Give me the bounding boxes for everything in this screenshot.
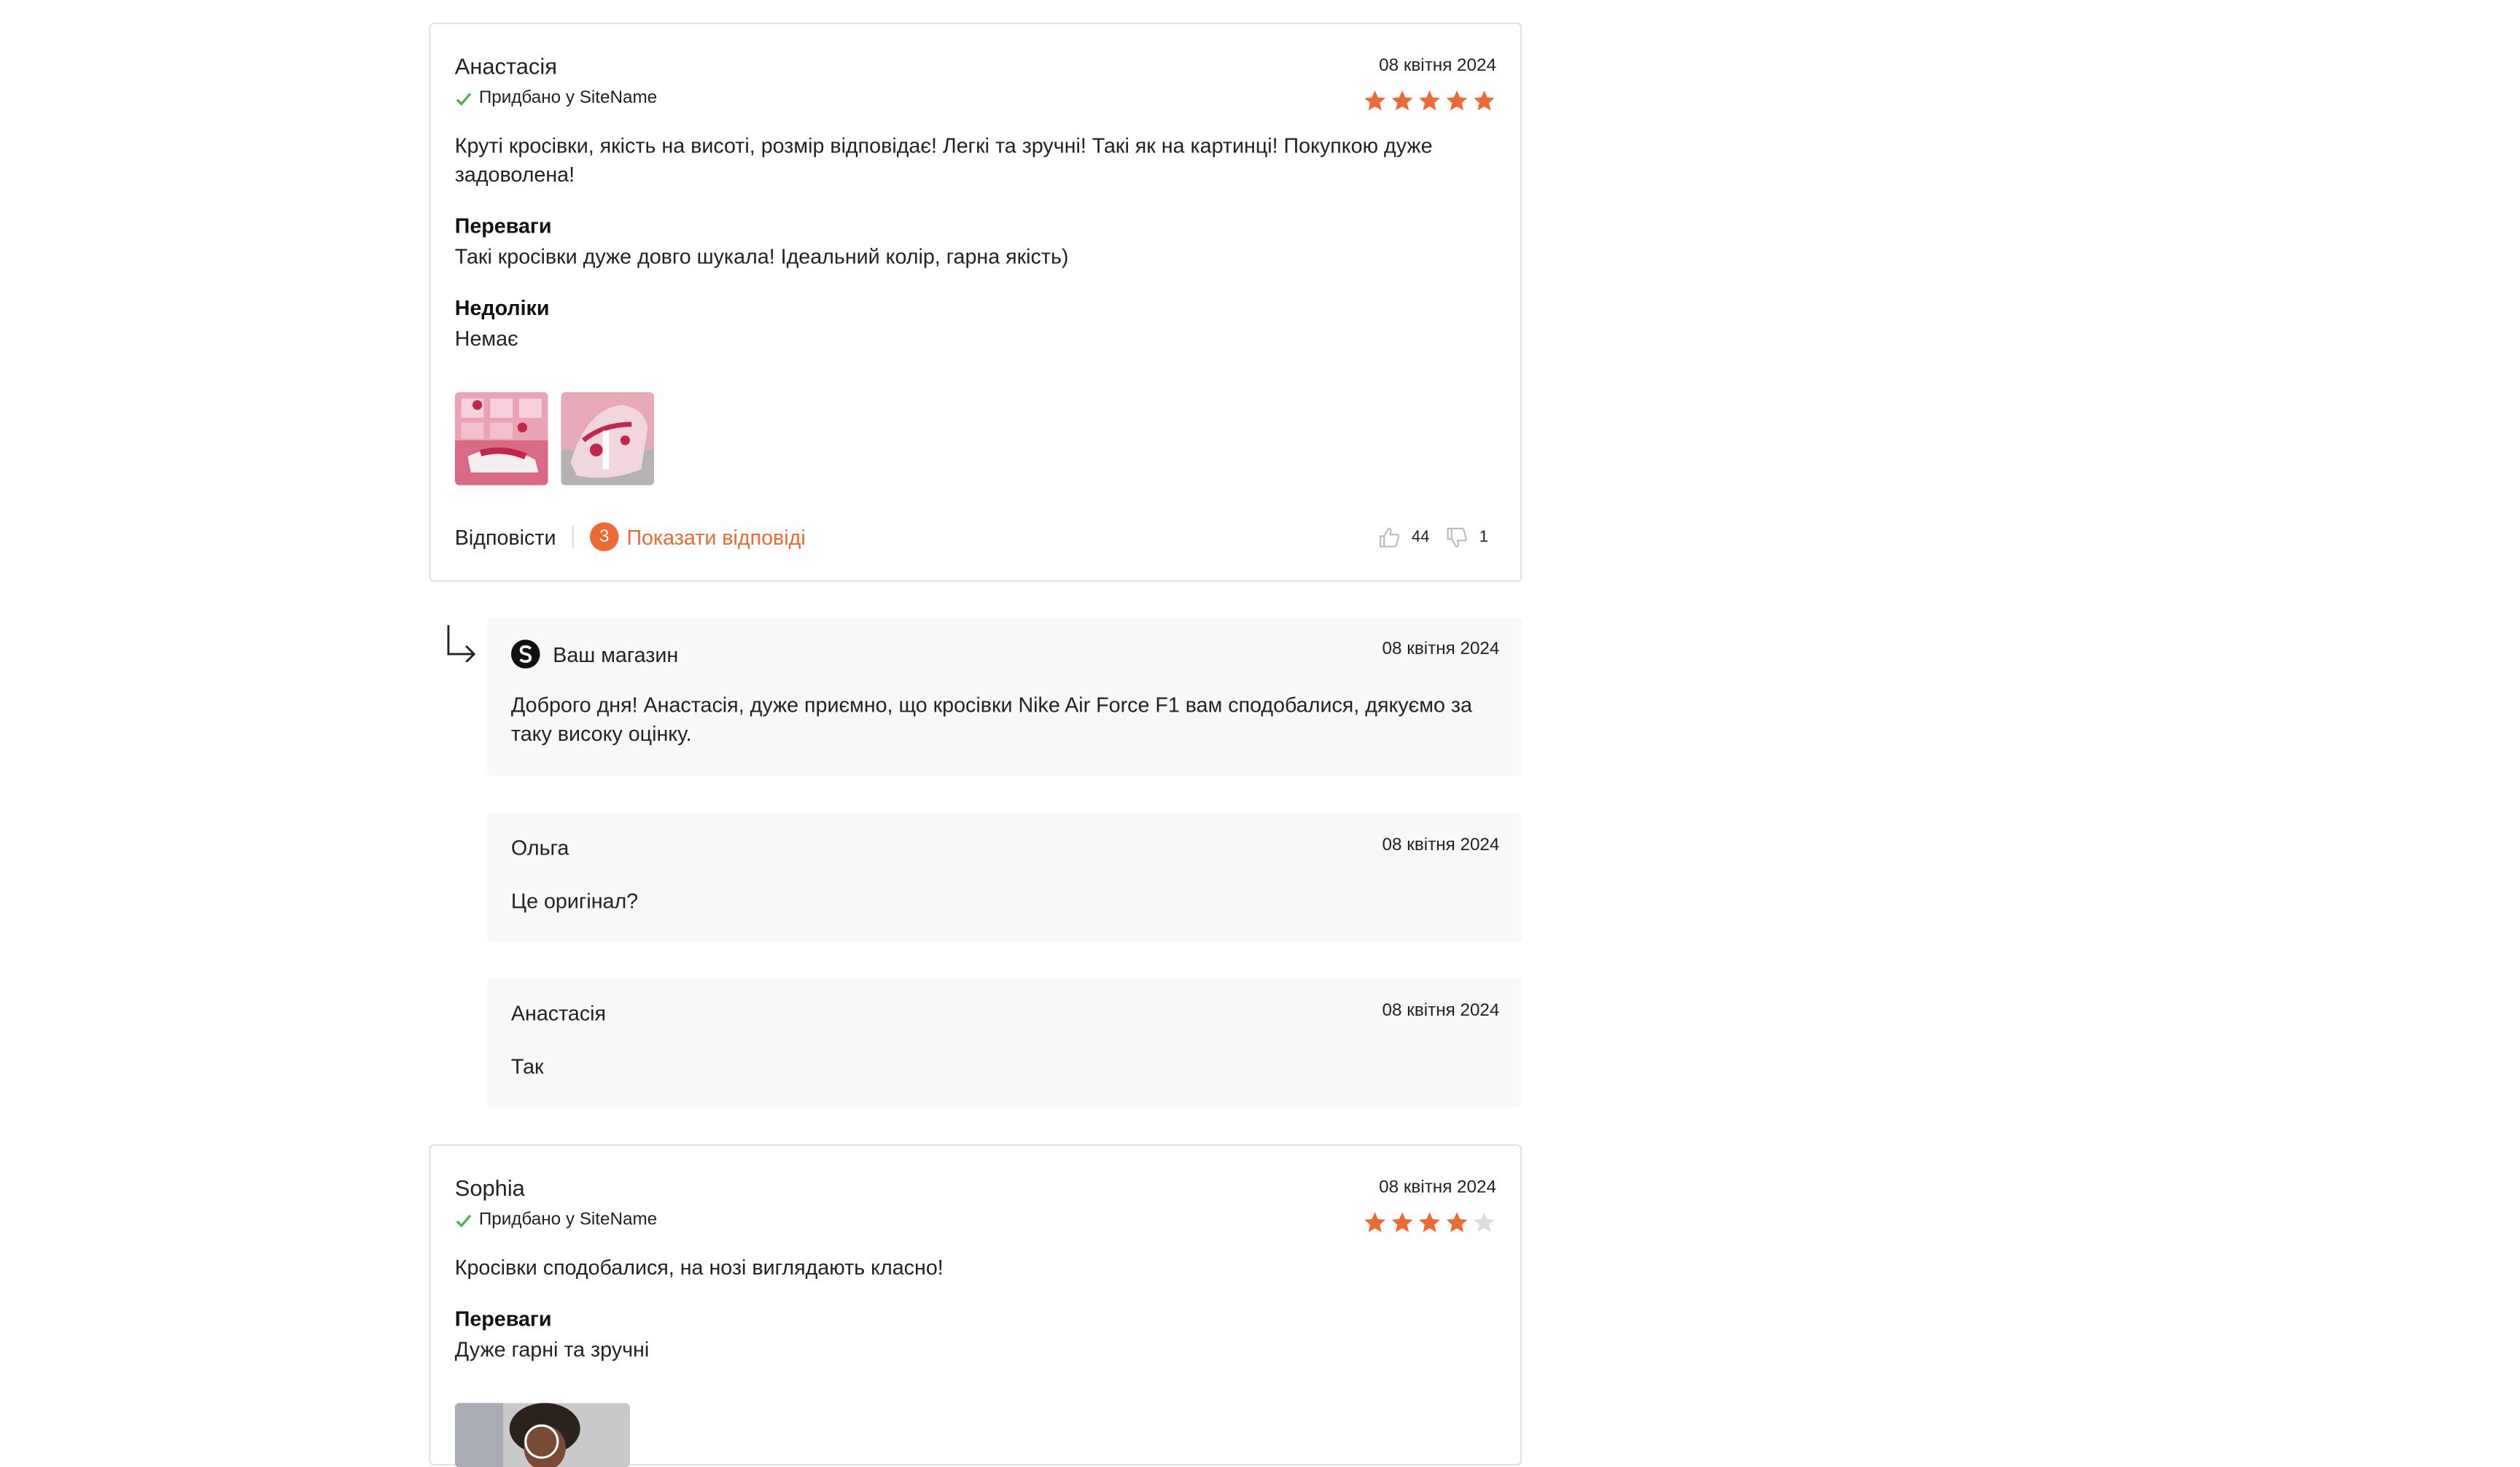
pros-text: Дуже гарні та зручні bbox=[454, 1336, 650, 1361]
verified-label: Придбано у SiteName bbox=[478, 1210, 658, 1230]
review-video-thumbnail[interactable] bbox=[454, 1403, 631, 1467]
reply-author: Анастасія bbox=[510, 1001, 607, 1026]
reply-card: Ваш магазин 08 квітня 2024 Доброго дня! … bbox=[486, 617, 1522, 777]
reply-date: 08 квітня 2024 bbox=[1382, 1001, 1500, 1021]
verified-purchase: Придбано у SiteName bbox=[455, 1210, 657, 1229]
check-icon bbox=[456, 1213, 472, 1227]
review-author: Анастасія bbox=[454, 52, 557, 79]
shop-logo-icon bbox=[510, 639, 540, 669]
reviews-page: Анастасія 08 квітня 2024 Придбано у Site… bbox=[0, 0, 2520, 1467]
dislikes-count: 1 bbox=[1479, 528, 1488, 546]
review-card: Sophia 08 квітня 2024 Придбано у SiteNam… bbox=[429, 1144, 1522, 1467]
rating-stars bbox=[1363, 88, 1496, 112]
pros-text: Такі кросівки дуже довго шукала! Ідеальн… bbox=[454, 244, 1069, 269]
review-photo-thumbnail[interactable] bbox=[454, 392, 548, 486]
star-icon bbox=[1363, 1210, 1387, 1234]
review-photos bbox=[454, 392, 655, 486]
show-replies-button[interactable]: 3 Показати відповіді bbox=[589, 522, 806, 552]
reply-text: Це оригінал? bbox=[510, 888, 639, 913]
review-date: 08 квітня 2024 bbox=[1379, 1178, 1497, 1198]
thumbs-down-icon bbox=[1447, 526, 1468, 547]
review-photo-thumbnail[interactable] bbox=[561, 392, 655, 486]
reply-text: Так bbox=[510, 1054, 544, 1078]
reply-card: Анастасія 08 квітня 2024 Так bbox=[486, 978, 1522, 1108]
review-date: 08 квітня 2024 bbox=[1379, 56, 1497, 76]
thumbs-up-icon bbox=[1380, 526, 1400, 547]
star-icon bbox=[1391, 88, 1415, 112]
reply-button[interactable]: Відповісти bbox=[455, 525, 556, 549]
reply-date: 08 квітня 2024 bbox=[1382, 836, 1500, 855]
rating-stars bbox=[1363, 1210, 1496, 1234]
likes-count: 44 bbox=[1411, 528, 1430, 546]
review-author: Sophia bbox=[454, 1175, 525, 1201]
reply-author-block: Ваш магазин bbox=[510, 639, 679, 669]
cons-title: Недоліки bbox=[454, 295, 550, 320]
replies-count-badge: 3 bbox=[589, 522, 619, 552]
show-replies-label: Показати відповіді bbox=[626, 524, 806, 549]
cons-text: Немає bbox=[454, 326, 518, 351]
dislike-button[interactable]: 1 bbox=[1445, 525, 1488, 549]
star-icon bbox=[1472, 88, 1496, 112]
review-text: Кросівки сподобалися, на нозі виглядають… bbox=[454, 1255, 944, 1280]
review-actions: Відповісти 3 Показати відповіді 44 1 bbox=[455, 519, 1488, 554]
review-media bbox=[454, 1403, 631, 1467]
reply-text: Доброго дня! Анастасія, дуже приємно, що… bbox=[510, 692, 1472, 746]
star-icon bbox=[1444, 88, 1469, 112]
check-icon bbox=[456, 92, 472, 105]
divider bbox=[572, 525, 574, 548]
star-icon bbox=[1363, 88, 1387, 112]
star-icon bbox=[1418, 88, 1442, 112]
like-button[interactable]: 44 bbox=[1378, 525, 1430, 549]
reply-author: Ваш магазин bbox=[553, 642, 679, 666]
reply-author: Ольга bbox=[510, 836, 569, 860]
pros-title: Переваги bbox=[454, 1306, 552, 1331]
star-icon bbox=[1444, 1210, 1469, 1234]
reply-date: 08 квітня 2024 bbox=[1382, 639, 1500, 659]
pros-title: Переваги bbox=[454, 214, 552, 238]
review-text: Круті кросівки, якість на висоті, розмір… bbox=[454, 133, 1433, 187]
verified-label: Придбано у SiteName bbox=[478, 88, 658, 108]
star-icon bbox=[1391, 1210, 1415, 1234]
reply-card: Ольга 08 квітня 2024 Це оригінал? bbox=[486, 813, 1522, 942]
star-icon bbox=[1418, 1210, 1442, 1234]
review-card: Анастасія 08 квітня 2024 Придбано у Site… bbox=[429, 22, 1522, 582]
reply-arrow-icon bbox=[447, 625, 476, 663]
votes: 44 1 bbox=[1378, 525, 1488, 549]
verified-purchase: Придбано у SiteName bbox=[455, 88, 658, 108]
star-icon bbox=[1472, 1210, 1496, 1234]
